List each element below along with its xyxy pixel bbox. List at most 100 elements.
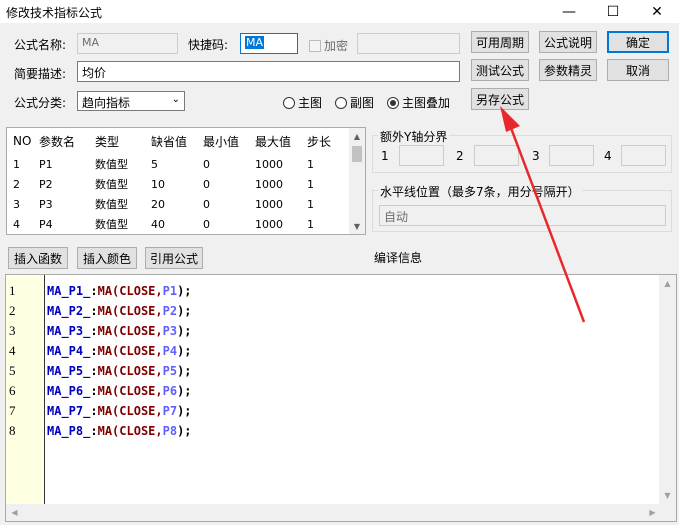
description-input[interactable]: 均价 bbox=[77, 61, 460, 82]
shortcut-value: MA bbox=[245, 36, 265, 49]
scroll-up-icon[interactable]: ▲ bbox=[659, 275, 676, 292]
y-divider-input-1[interactable] bbox=[399, 145, 444, 166]
code-line: MA_P5_:MA(CLOSE,P5); bbox=[47, 364, 192, 378]
table-row[interactable]: 2 P2 数值型 10 0 1000 1 bbox=[7, 174, 351, 194]
table-cell: 数值型 bbox=[95, 198, 128, 211]
table-cell: 0 bbox=[203, 177, 210, 191]
scroll-right-icon[interactable]: ▶ bbox=[644, 504, 661, 521]
radio-label: 主图叠加 bbox=[402, 96, 451, 110]
encrypt-checkbox[interactable]: 加密 bbox=[309, 37, 348, 54]
radio-icon bbox=[335, 96, 347, 109]
table-cell: 0 bbox=[203, 157, 210, 171]
reference-formula-button[interactable]: 引用公式 bbox=[145, 247, 203, 269]
line-number: 8 bbox=[9, 423, 16, 438]
table-cell: 4 bbox=[13, 217, 20, 231]
table-cell: 1 bbox=[307, 217, 314, 231]
scroll-up-icon[interactable]: ▲ bbox=[349, 128, 365, 144]
table-cell: 1000 bbox=[255, 157, 283, 171]
y-divider-label-4: 4 bbox=[604, 149, 612, 163]
radio-label: 副图 bbox=[350, 96, 375, 110]
scroll-down-icon[interactable]: ▼ bbox=[349, 218, 365, 234]
line-number: 2 bbox=[9, 303, 16, 318]
table-cell: 1000 bbox=[255, 197, 283, 211]
table-cell: P4 bbox=[39, 217, 53, 231]
table-row[interactable]: 4 P4 数值型 40 0 1000 1 bbox=[7, 214, 351, 234]
radio-sub-chart[interactable]: 副图 bbox=[335, 94, 374, 111]
insert-color-button[interactable]: 插入颜色 bbox=[77, 247, 137, 269]
title-bar: 修改技术指标公式 — ☐ ✕ bbox=[0, 0, 679, 24]
table-cell: 1 bbox=[307, 157, 314, 171]
scroll-thumb[interactable] bbox=[352, 146, 362, 162]
radio-main-overlay[interactable]: 主图叠加 bbox=[387, 94, 450, 111]
editor-horizontal-scrollbar[interactable]: ◀ ▶ bbox=[6, 504, 661, 521]
table-cell: 1 bbox=[13, 157, 20, 171]
table-cell: 3 bbox=[13, 197, 20, 211]
radio-icon bbox=[283, 96, 295, 109]
table-cell: 数值型 bbox=[95, 158, 128, 171]
code-line: MA_P1_:MA(CLOSE,P1); bbox=[47, 284, 192, 298]
code-line: MA_P2_:MA(CLOSE,P2); bbox=[47, 304, 192, 318]
table-cell: 数值型 bbox=[95, 218, 128, 231]
table-header-cell: 类型 bbox=[95, 134, 120, 149]
table-cell: 10 bbox=[151, 177, 165, 191]
password-field[interactable] bbox=[357, 33, 460, 54]
y-divider-input-3[interactable] bbox=[549, 145, 594, 166]
category-select[interactable]: 趋向指标 ⌄ bbox=[77, 91, 185, 111]
available-period-button[interactable]: 可用周期 bbox=[471, 31, 529, 53]
param-wizard-button[interactable]: 参数精灵 bbox=[539, 59, 597, 81]
hline-input[interactable]: 自动 bbox=[379, 205, 666, 226]
table-cell: 0 bbox=[203, 217, 210, 231]
radio-label: 主图 bbox=[298, 96, 323, 110]
close-button[interactable]: ✕ bbox=[635, 0, 679, 24]
scroll-down-icon[interactable]: ▼ bbox=[659, 487, 676, 504]
ok-button[interactable]: 确定 bbox=[607, 31, 669, 53]
cancel-button[interactable]: 取消 bbox=[607, 59, 669, 81]
code-text[interactable]: MA_P1_:MA(CLOSE,P1); MA_P2_:MA(CLOSE,P2)… bbox=[47, 281, 192, 441]
description-label: 简要描述: bbox=[14, 67, 67, 81]
table-header-cell: 缺省值 bbox=[151, 134, 188, 149]
line-number: 7 bbox=[9, 403, 16, 418]
insert-function-button[interactable]: 插入函数 bbox=[8, 247, 68, 269]
table-scrollbar[interactable]: ▲ ▼ bbox=[349, 128, 365, 234]
maximize-icon: ☐ bbox=[606, 4, 620, 20]
minimize-icon: — bbox=[562, 4, 576, 20]
scroll-left-icon[interactable]: ◀ bbox=[6, 504, 23, 521]
editor-vertical-scrollbar[interactable]: ▲ ▼ bbox=[659, 275, 676, 521]
table-cell: 5 bbox=[151, 157, 158, 171]
table-row[interactable]: 3 P3 数值型 20 0 1000 1 bbox=[7, 194, 351, 214]
y-divider-input-2[interactable] bbox=[474, 145, 519, 166]
line-number: 1 bbox=[9, 283, 16, 298]
table-cell: 1000 bbox=[255, 217, 283, 231]
table-cell: P2 bbox=[39, 177, 53, 191]
y-divider-input-4[interactable] bbox=[621, 145, 666, 166]
formula-name-field[interactable]: MA bbox=[77, 33, 178, 54]
radio-main-chart[interactable]: 主图 bbox=[283, 94, 322, 111]
table-cell: 1 bbox=[307, 197, 314, 211]
shortcut-input[interactable]: MA bbox=[240, 33, 298, 54]
close-icon: ✕ bbox=[651, 4, 663, 20]
formula-help-button[interactable]: 公式说明 bbox=[539, 31, 597, 53]
table-cell: P3 bbox=[39, 197, 53, 211]
minimize-button[interactable]: — bbox=[547, 0, 591, 24]
test-formula-button[interactable]: 测试公式 bbox=[471, 59, 529, 81]
table-cell: 1 bbox=[307, 177, 314, 191]
line-number: 4 bbox=[9, 343, 16, 358]
save-as-button[interactable]: 另存公式 bbox=[471, 88, 529, 110]
code-line: MA_P3_:MA(CLOSE,P3); bbox=[47, 324, 192, 338]
table-header-cell: 参数名 bbox=[39, 134, 76, 149]
y-divider-label-3: 3 bbox=[532, 149, 540, 163]
table-header-cell: 步长 bbox=[307, 134, 332, 149]
table-cell: 2 bbox=[13, 177, 20, 191]
y-divider-label-1: 1 bbox=[381, 149, 389, 163]
table-row[interactable]: 1 P1 数值型 5 0 1000 1 bbox=[7, 154, 351, 174]
window-title: 修改技术指标公式 bbox=[6, 6, 103, 20]
table-cell: 数值型 bbox=[95, 178, 128, 191]
maximize-button[interactable]: ☐ bbox=[591, 0, 635, 24]
hline-title: 水平线位置（最多7条，用分号隔开） bbox=[378, 183, 582, 200]
table-cell: P1 bbox=[39, 157, 53, 171]
encrypt-label: 加密 bbox=[324, 39, 349, 53]
table-cell: 20 bbox=[151, 197, 165, 211]
code-line: MA_P4_:MA(CLOSE,P4); bbox=[47, 344, 192, 358]
code-editor[interactable]: 1 2 3 4 5 6 7 8 MA_P1_:MA(CLOSE,P1); MA_… bbox=[5, 274, 677, 522]
line-number: 3 bbox=[9, 323, 16, 338]
